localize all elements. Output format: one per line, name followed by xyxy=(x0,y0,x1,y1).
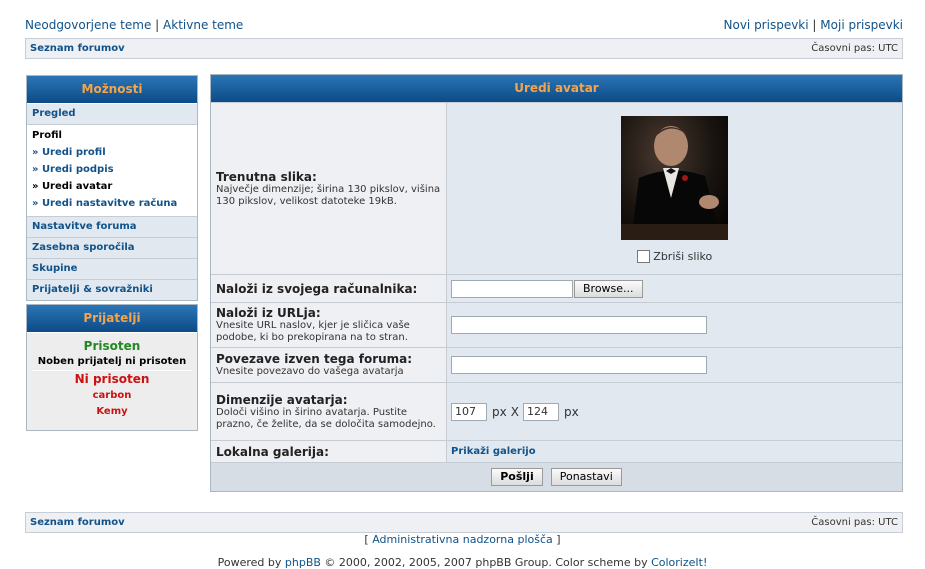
current-avatar-desc: Največje dimenzije; širina 130 pikslov, … xyxy=(216,183,441,207)
browse-button[interactable]: Browse... xyxy=(574,279,643,298)
options-title: Možnosti xyxy=(27,76,197,104)
dimensions-row: Dimenzije avatarja: Določi višino in šir… xyxy=(211,382,902,440)
url-desc: Vnesite URL naslov, kjer je sličica vaše… xyxy=(216,320,410,343)
remote-link-desc: Vnesite povezavo do vašega avatarja xyxy=(216,366,404,377)
breadcrumb-bar: Seznam forumov Časovni pas: UTC xyxy=(25,38,903,59)
gallery-label: Lokalna galerija: xyxy=(216,444,329,459)
dimensions-label: Dimenzije avatarja: xyxy=(216,392,348,407)
powered-prefix: Powered by xyxy=(217,556,285,569)
menu-profile-group: Profil » Uredi profil » Uredi podpis » U… xyxy=(27,125,197,217)
times-sign: X xyxy=(510,404,519,419)
dimensions-desc: Določi višino in širino avatarja. Pustit… xyxy=(216,406,436,430)
powered-mid: © 2000, 2002, 2005, 2007 phpBB Group. Co… xyxy=(320,556,652,569)
friend-kemy[interactable]: Kemy xyxy=(27,404,197,420)
forum-index-link[interactable]: Seznam forumov xyxy=(30,39,125,58)
remote-link-label: Povezave izven tega foruma: xyxy=(216,352,413,366)
avatar-width-input[interactable]: 107 xyxy=(451,402,487,421)
online-heading: Prisoten xyxy=(83,339,141,353)
upload-row: Naloži iz svojega računalnika: Browse... xyxy=(211,274,902,302)
upload-file-input[interactable] xyxy=(451,279,573,298)
submit-button[interactable]: Pošlji xyxy=(491,468,543,486)
menu-profile-title: Profil xyxy=(32,130,62,141)
footer-forum-index-link[interactable]: Seznam forumov xyxy=(30,513,125,532)
remote-link-row: Povezave izven tega foruma: Vnesite pove… xyxy=(211,347,902,382)
px-unit: px xyxy=(492,404,507,419)
footer-timezone-label: Časovni pas: UTC xyxy=(811,517,898,528)
active-topics-link[interactable]: Aktivne teme xyxy=(163,18,243,32)
delete-avatar-option: Zbriši sliko xyxy=(636,249,713,264)
friends-panel: Prijatelji Prisoten Noben prijatelj ni p… xyxy=(26,304,198,431)
menu-private-messages[interactable]: Zasebna sporočila xyxy=(27,238,197,259)
current-avatar-label: Trenutna slika: xyxy=(216,169,317,184)
no-friends-online: Noben prijatelj ni prisoten xyxy=(32,354,192,371)
offline-heading: Ni prisoten xyxy=(74,372,150,386)
reset-button[interactable]: Ponastavi xyxy=(550,468,622,486)
px-unit: px xyxy=(563,404,579,419)
timezone-label: Časovni pas: UTC xyxy=(811,43,898,54)
avatar-height-input[interactable]: 124 xyxy=(522,402,559,421)
footer-breadcrumb-bar: Seznam forumov Časovni pas: UTC xyxy=(25,512,903,533)
options-panel: Možnosti Pregled Profil » Uredi profil »… xyxy=(26,75,198,301)
friend-carbon[interactable]: carbon xyxy=(27,388,197,404)
show-gallery-link[interactable]: Prikaži galerijo xyxy=(451,446,536,457)
upload-label: Naloži iz svojega računalnika: xyxy=(216,281,418,296)
avatar-portrait-icon xyxy=(621,125,728,240)
form-buttons: Pošlji Ponastavi xyxy=(211,462,902,491)
remote-link-input[interactable] xyxy=(451,356,707,374)
top-links: Neodgovorjene teme | Aktivne teme Novi p… xyxy=(25,18,903,32)
unanswered-topics-link[interactable]: Neodgovorjene teme xyxy=(25,18,151,32)
menu-board-preferences[interactable]: Nastavitve foruma xyxy=(27,217,197,238)
menu-overview[interactable]: Pregled xyxy=(27,104,197,125)
colorizeit-link[interactable]: ColorizeIt! xyxy=(651,556,707,569)
current-avatar-row: Trenutna slika: Največje dimenzije; širi… xyxy=(211,102,902,274)
separator: | xyxy=(155,18,160,32)
my-posts-link[interactable]: Moji prispevki xyxy=(820,18,903,32)
friends-title: Prijatelji xyxy=(27,305,197,333)
delete-avatar-checkbox[interactable] xyxy=(636,250,650,264)
menu-friends-foes[interactable]: Prijatelji & sovražniki xyxy=(27,280,197,300)
menu-groups[interactable]: Skupine xyxy=(27,259,197,280)
url-label: Naloži iz URLja: xyxy=(216,306,321,320)
gallery-row: Lokalna galerija: Prikaži galerijo xyxy=(211,440,902,462)
form-title: Uredi avatar xyxy=(211,75,902,102)
acp-link[interactable]: Administrativna nadzorna plošča xyxy=(372,533,553,546)
powered-by: Powered by phpBB © 2000, 2002, 2005, 200… xyxy=(0,556,925,569)
bracket-close: ] xyxy=(552,533,561,546)
menu-edit-account-settings[interactable]: » Uredi nastavitve računa xyxy=(32,195,192,212)
phpbb-link[interactable]: phpBB xyxy=(285,556,321,569)
avatar-url-input[interactable] xyxy=(451,316,707,334)
acp-link-line: [ Administrativna nadzorna plošča ] xyxy=(0,533,925,546)
edit-avatar-form: Uredi avatar Trenutna slika: Največje di… xyxy=(210,74,903,492)
delete-avatar-label: Zbriši sliko xyxy=(653,249,713,263)
friends-list: Prisoten Noben prijatelj ni prisoten Ni … xyxy=(27,333,197,430)
separator: | xyxy=(812,18,817,32)
menu-edit-profile[interactable]: » Uredi profil xyxy=(32,144,192,161)
menu-edit-avatar[interactable]: » Uredi avatar xyxy=(32,178,192,195)
menu-edit-signature[interactable]: » Uredi podpis xyxy=(32,161,192,178)
url-row: Naloži iz URLja: Vnesite URL naslov, kje… xyxy=(211,302,902,347)
new-posts-link[interactable]: Novi prispevki xyxy=(724,18,809,32)
avatar-image xyxy=(621,115,728,240)
